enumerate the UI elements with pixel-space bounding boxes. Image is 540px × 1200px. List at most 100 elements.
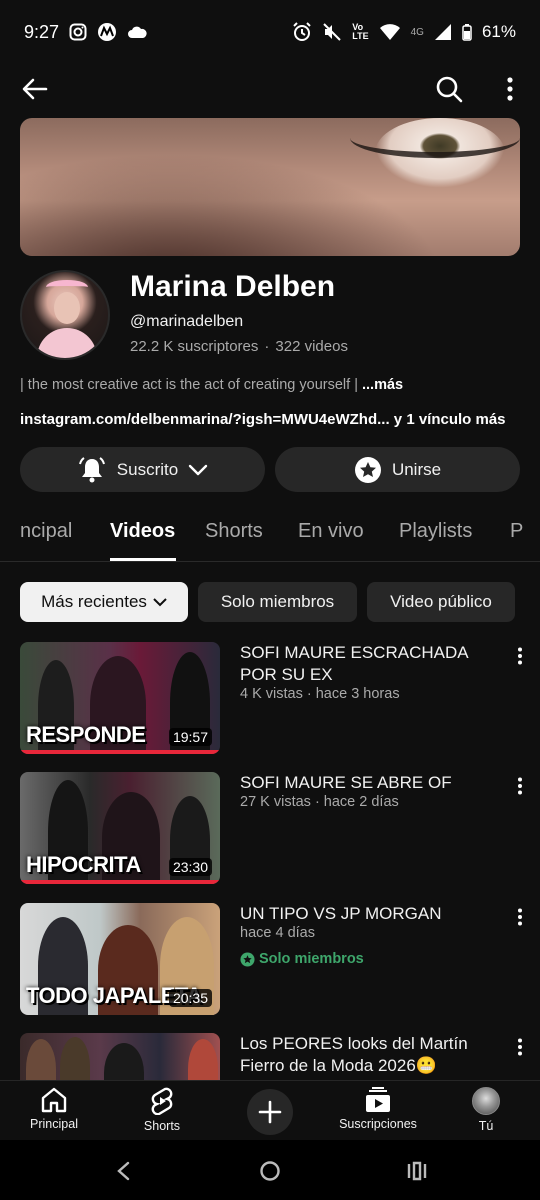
tab-posts[interactable]: P	[510, 520, 523, 543]
members-star-icon	[240, 951, 255, 967]
video-title[interactable]: SOFI MAURE ESCRACHADA POR SU EX	[240, 642, 502, 686]
tab-shorts[interactable]: Shorts	[205, 520, 263, 543]
subscriber-count: 22.2 K suscriptores	[130, 338, 259, 355]
video-more-button[interactable]	[510, 774, 530, 798]
video-more-button[interactable]	[510, 644, 530, 668]
join-button[interactable]: Unirse	[275, 447, 520, 492]
watch-progress-bar	[20, 880, 220, 884]
status-bar: 9:27 Vo LTE 4G 61%	[0, 0, 540, 64]
nav-you[interactable]: Tú	[470, 1087, 502, 1133]
channel-link[interactable]: instagram.com/delbenmarina/?igsh=MWU4eWZ…	[20, 411, 390, 428]
chevron-down-icon	[153, 598, 167, 607]
instagram-icon	[69, 23, 87, 41]
channel-avatar[interactable]	[20, 270, 110, 360]
more-vert-icon	[518, 908, 522, 926]
top-app-bar	[0, 64, 540, 114]
chip-members-only[interactable]: Solo miembros	[198, 582, 357, 622]
volte-icon: Vo LTE	[352, 22, 369, 41]
members-only-label: Solo miembros	[259, 951, 364, 967]
bottom-navigation: Principal Shorts Suscripciones Tú	[0, 1080, 540, 1140]
video-duration: 19:57	[168, 728, 212, 746]
back-button[interactable]	[18, 72, 52, 106]
battery-icon	[462, 23, 472, 41]
chip-label: Solo miembros	[220, 592, 335, 611]
more-links[interactable]: y 1 vínculo más	[390, 411, 506, 428]
chevron-down-icon	[189, 464, 208, 475]
system-navigation-bar	[0, 1140, 540, 1200]
watch-progress-bar	[20, 750, 220, 754]
create-button[interactable]	[247, 1089, 293, 1135]
video-count: 322 videos	[275, 338, 348, 355]
active-tab-indicator	[110, 558, 176, 561]
video-thumbnail[interactable]: RESPONDE 19:57	[20, 642, 220, 754]
plus-icon	[258, 1100, 282, 1124]
tab-playlists[interactable]: Playlists	[399, 520, 472, 543]
chevron-left-icon	[117, 1161, 130, 1181]
subscribed-button[interactable]: Suscrito	[20, 447, 265, 492]
more-vert-icon	[518, 777, 522, 795]
video-duration: 23:30	[168, 858, 212, 876]
thumbnail-overlay-text: RESPONDE	[26, 722, 146, 747]
system-back-button[interactable]	[110, 1158, 136, 1184]
channel-name: Marina Delben	[130, 270, 336, 303]
tab-home[interactable]: ncipal	[20, 520, 72, 543]
video-thumbnail[interactable]: HIPOCRITA 23:30	[20, 772, 220, 884]
chip-label: Video público	[390, 592, 492, 611]
status-time: 9:27	[24, 21, 60, 42]
thumbnail-overlay-text: HIPOCRITA	[26, 852, 141, 877]
search-button[interactable]	[432, 72, 466, 106]
alarm-icon	[292, 22, 312, 42]
account-avatar	[472, 1087, 500, 1115]
system-home-button[interactable]	[257, 1158, 283, 1184]
nav-shorts[interactable]: Shorts	[140, 1087, 184, 1133]
bell-icon	[78, 456, 105, 482]
video-thumbnail[interactable]: TODO JAPALETA 20:35	[20, 903, 220, 1015]
system-recents-button[interactable]	[404, 1158, 430, 1184]
nav-subscriptions[interactable]: Suscripciones	[336, 1087, 420, 1131]
nav-home[interactable]: Principal	[30, 1087, 78, 1131]
channel-tabs: ncipal Videos Shorts En vivo Playlists P	[0, 510, 540, 562]
tab-live[interactable]: En vivo	[298, 520, 364, 543]
video-meta: 4 K vistas · hace 3 horas	[240, 686, 400, 702]
more-options-button[interactable]	[496, 72, 524, 106]
video-item[interactable]: RESPONDE 19:57 SOFI MAURE ESCRACHADA POR…	[0, 642, 540, 754]
video-item[interactable]: HIPOCRITA 23:30 SOFI MAURE SE ABRE OF 27…	[0, 772, 540, 884]
channel-links[interactable]: instagram.com/delbenmarina/?igsh=MWU4eWZ…	[20, 411, 530, 428]
video-item[interactable]: Los PEORES looks del Martín Fierro de la…	[0, 1033, 540, 1080]
video-title[interactable]: SOFI MAURE SE ABRE OF	[240, 772, 502, 794]
nav-shorts-label: Shorts	[143, 1119, 181, 1133]
channel-banner	[20, 118, 520, 256]
video-duration: 20:35	[168, 989, 212, 1007]
recents-icon	[407, 1161, 427, 1181]
cloud-icon	[127, 25, 147, 39]
video-title[interactable]: Los PEORES looks del Martín Fierro de la…	[240, 1033, 502, 1077]
video-more-button[interactable]	[510, 905, 530, 929]
stats-separator: ·	[264, 338, 270, 355]
description-more-link[interactable]: ...más	[362, 377, 403, 393]
video-thumbnail[interactable]	[20, 1033, 220, 1080]
subscriptions-icon	[366, 1087, 390, 1112]
description-text: | the most creative act is the act of cr…	[20, 377, 362, 393]
subscribed-label: Suscrito	[116, 459, 179, 479]
nav-home-label: Principal	[30, 1117, 78, 1131]
members-only-badge: Solo miembros	[240, 951, 364, 967]
chip-most-recent[interactable]: Más recientes	[20, 582, 188, 622]
more-vert-icon	[507, 77, 513, 101]
more-vert-icon	[518, 647, 522, 665]
star-badge-icon	[354, 456, 381, 483]
video-title[interactable]: UN TIPO VS JP MORGAN	[240, 903, 502, 925]
video-item[interactable]: TODO JAPALETA 20:35 UN TIPO VS JP MORGAN…	[0, 903, 540, 1015]
channel-description[interactable]: | the most creative act is the act of cr…	[20, 377, 520, 393]
chip-public-video[interactable]: Video público	[367, 582, 515, 622]
more-vert-icon	[518, 1038, 522, 1056]
circle-home-icon	[260, 1161, 280, 1181]
nav-you-label: Tú	[478, 1119, 494, 1133]
nav-subscriptions-label: Suscripciones	[339, 1117, 417, 1131]
video-more-button[interactable]	[510, 1035, 530, 1059]
tab-videos[interactable]: Videos	[110, 520, 175, 543]
motorola-icon	[97, 22, 117, 42]
network-type: 4G	[410, 26, 424, 38]
channel-handle: @marinadelben	[130, 313, 244, 330]
mute-icon	[322, 22, 342, 42]
home-icon	[41, 1087, 67, 1113]
